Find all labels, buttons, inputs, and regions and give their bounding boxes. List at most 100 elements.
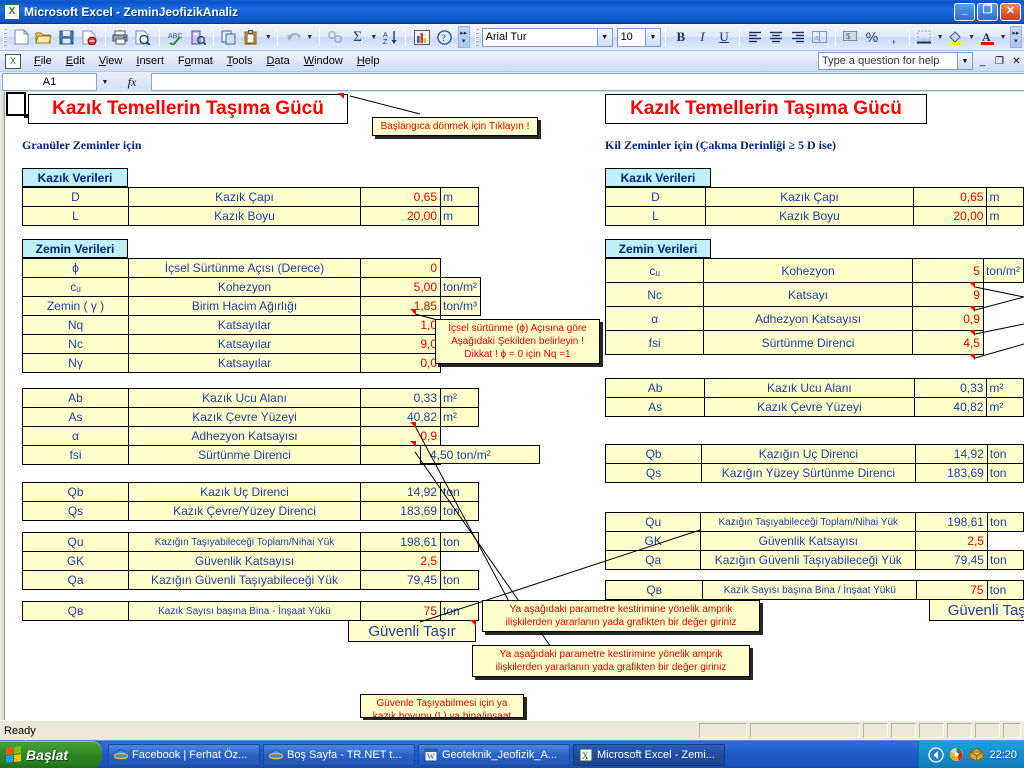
new-document-icon[interactable] [10, 26, 33, 48]
row-value[interactable]: 20,00 [360, 206, 441, 226]
save-icon[interactable] [55, 26, 78, 48]
callout-empiric-2[interactable]: Ya aşağıdaki parametre kestirimine yönel… [472, 645, 750, 677]
row-value[interactable]: 20,00 [913, 206, 988, 226]
font-color-dropdown-arrow[interactable]: ▼ [998, 34, 1008, 41]
row-value[interactable]: 9,0 [360, 334, 441, 354]
row-value[interactable]: 75 [916, 580, 988, 600]
close-button[interactable]: ✕ [1000, 2, 1021, 21]
copy-icon[interactable] [218, 26, 241, 48]
row-value[interactable]: 1,0 [360, 315, 441, 335]
comment-marker-icon[interactable] [969, 330, 975, 336]
menu-data[interactable]: Data [259, 53, 296, 69]
fill-color-dropdown-arrow[interactable]: ▼ [967, 34, 977, 41]
paste-icon[interactable] [241, 26, 264, 48]
italic-button[interactable]: I [692, 27, 714, 48]
undo-icon[interactable] [282, 26, 305, 48]
formatting-toolbar-options-button[interactable]: ▸▸ ▾ [1010, 26, 1022, 48]
name-box[interactable]: A1 [2, 73, 97, 91]
currency-icon[interactable]: $ [840, 27, 862, 48]
comma-style-button[interactable]: , [883, 27, 905, 48]
comment-marker-icon[interactable] [969, 306, 975, 312]
comment-marker-icon[interactable] [969, 282, 975, 288]
show-hidden-icons-button[interactable] [928, 746, 945, 763]
document-close-button[interactable]: ✕ [1009, 53, 1024, 69]
taskbar-item-facebook[interactable]: Facebook | Ferhat Öz... [108, 743, 260, 766]
formatting-toolbar-grip[interactable] [474, 28, 479, 46]
row-value[interactable]: 75 [360, 601, 441, 621]
row-value[interactable]: 0 [360, 258, 441, 278]
borders-icon[interactable] [914, 27, 936, 48]
chart-wizard-icon[interactable] [410, 26, 433, 48]
underline-button[interactable]: U [713, 27, 735, 48]
comment-marker-icon[interactable] [470, 620, 476, 626]
row-value[interactable]: 0,9 [360, 426, 441, 446]
comment-marker-icon[interactable] [969, 354, 975, 360]
document-minimize-button[interactable]: _ [975, 53, 990, 69]
row-value[interactable]: 2,5 [360, 551, 441, 571]
align-right-icon[interactable] [787, 27, 809, 48]
row-value[interactable]: 0,0 [360, 353, 441, 373]
comment-marker-icon[interactable] [410, 422, 416, 428]
sort-ascending-icon[interactable]: AZ [379, 26, 402, 48]
menu-file[interactable]: File [27, 53, 59, 69]
comment-marker-icon[interactable] [410, 441, 416, 447]
restore-button[interactable]: ❐ [977, 2, 998, 21]
research-icon[interactable] [186, 26, 209, 48]
menu-insert[interactable]: Insert [129, 53, 171, 69]
minimize-button[interactable]: _ [954, 2, 975, 21]
comment-marker-icon[interactable] [338, 93, 344, 99]
paste-dropdown-arrow[interactable]: ▼ [263, 34, 273, 41]
insert-function-icon[interactable]: fx [113, 73, 151, 91]
menu-format[interactable]: Format [171, 53, 220, 69]
menu-tools[interactable]: Tools [220, 53, 260, 69]
print-icon[interactable] [110, 26, 133, 48]
package-icon[interactable] [969, 747, 984, 762]
name-box-dropdown-arrow[interactable]: ▼ [97, 73, 113, 91]
callout-safe-note[interactable]: Güvenle Taşıyabilmesi için ya kazık boyu… [360, 694, 524, 718]
chevron-down-icon[interactable]: ▼ [596, 28, 612, 46]
workbook-icon[interactable]: X [5, 53, 21, 69]
taskbar-item-excel[interactable]: X Microsoft Excel - Zemi... [573, 743, 725, 766]
chevron-down-icon[interactable]: ▼ [958, 52, 973, 70]
undo-dropdown-arrow[interactable]: ▼ [305, 34, 315, 41]
hyperlink-icon[interactable] [324, 26, 347, 48]
autosum-dropdown-arrow[interactable]: ▼ [369, 34, 379, 41]
menu-edit[interactable]: Edit [59, 53, 92, 69]
document-restore-button[interactable]: ❐ [992, 53, 1007, 69]
toolbar-grip[interactable] [3, 28, 7, 46]
taskbar-item-bos-sayfa[interactable]: Boş Sayfa - TR.NET t... [263, 743, 415, 766]
row-value[interactable]: 5 [911, 258, 984, 283]
row-value[interactable]: 5,00 [360, 277, 441, 297]
row-value[interactable]: 1,85 [360, 296, 441, 316]
selected-cell-a1[interactable] [6, 92, 26, 116]
borders-dropdown-arrow[interactable]: ▼ [935, 34, 945, 41]
start-button[interactable]: Başlat [0, 741, 102, 768]
font-size-combo[interactable]: 10 ▼ [616, 27, 661, 47]
row-value[interactable]: 0,65 [360, 187, 441, 207]
ask-a-question-input[interactable]: Type a question for help [818, 52, 958, 70]
bold-button[interactable]: B [670, 27, 692, 48]
callout-back-to-start[interactable]: Başlangıca dönmek için Tıklayın ! [372, 117, 538, 136]
toolbar-options-button[interactable]: ▸▸ ▾ [457, 26, 470, 48]
percent-style-button[interactable]: % [861, 27, 883, 48]
row-value[interactable]: 0,65 [913, 187, 988, 207]
menu-view[interactable]: View [92, 53, 130, 69]
permission-icon[interactable] [78, 26, 101, 48]
merge-cells-icon[interactable]: a [809, 27, 831, 48]
font-name-combo[interactable]: Arial Tur ▼ [481, 27, 613, 47]
taskbar-item-geoteknik-doc[interactable]: W Geoteknik_Jeofizik_A... [418, 743, 570, 766]
comment-marker-icon[interactable] [410, 309, 416, 315]
spelling-icon[interactable]: ABC [164, 26, 187, 48]
open-folder-icon[interactable] [33, 26, 56, 48]
help-icon[interactable]: ? [433, 26, 456, 48]
callout-phi-note[interactable]: İçsel sürtünme (ϕ) Açısına göre Aşağıdak… [435, 319, 600, 364]
autosum-icon[interactable]: Σ [346, 26, 369, 48]
chevron-down-icon[interactable]: ▼ [644, 28, 660, 46]
align-center-icon[interactable] [766, 27, 788, 48]
menu-window[interactable]: Window [297, 53, 350, 69]
system-clock[interactable]: 22:20 [989, 749, 1017, 761]
align-left-icon[interactable] [744, 27, 766, 48]
callout-empiric-1[interactable]: Ya aşağıdaki parametre kestirimine yönel… [482, 600, 760, 632]
media-icon[interactable] [949, 747, 964, 762]
font-color-icon[interactable]: A [977, 27, 999, 48]
